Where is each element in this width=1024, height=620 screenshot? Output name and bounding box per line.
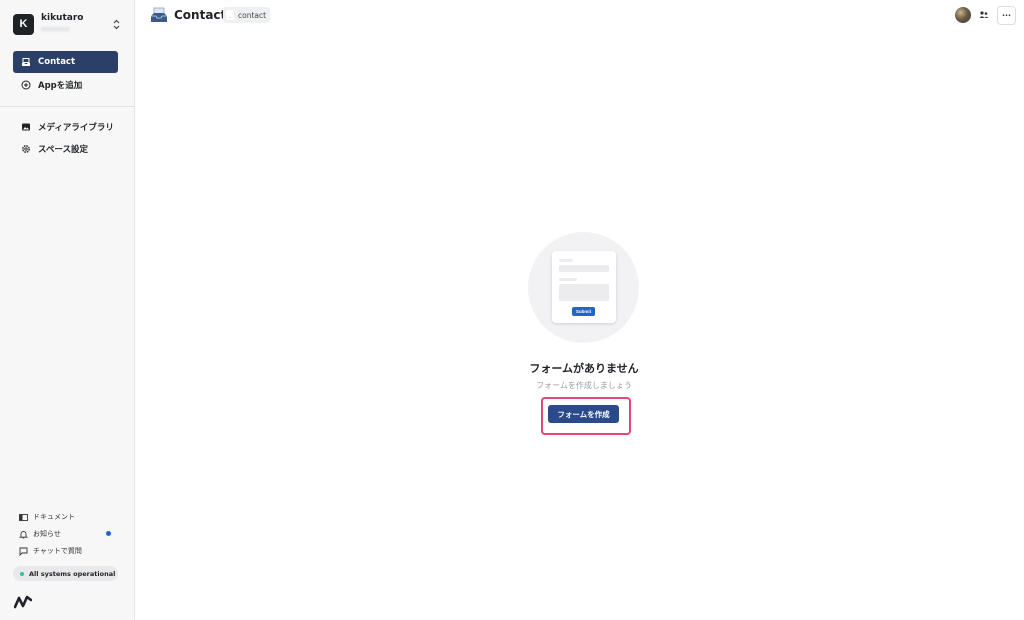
plus-circle-icon [21,80,31,90]
system-status-text: All systems operational [29,569,116,578]
image-icon [21,122,31,132]
illus-label-bar [559,259,573,262]
chat-icon [19,547,28,556]
space-switcher[interactable]: K kikutaro xxxxxxxx [13,12,121,36]
chevron-updown-icon [111,17,121,31]
footer-link-notifications[interactable]: お知らせ [19,529,61,539]
footer-link-docs[interactable]: ドキュメント [19,512,75,522]
sidebar: K kikutaro xxxxxxxx Contact Appを追加 メディアラ… [0,0,135,620]
more-options-button[interactable]: ··· [997,6,1016,25]
sidebar-item-label: Appを追加 [38,81,83,91]
endpoint-badge[interactable]: . contact [223,7,271,23]
footer-link-label: ドキュメント [33,513,75,521]
footer-link-chat[interactable]: チャットで質問 [19,546,82,556]
space-avatar: K [13,13,34,35]
illus-submit-button: Submit [572,307,595,316]
footer-link-label: お知らせ [33,530,61,538]
endpoint-text: contact [238,10,267,20]
inbox-icon [21,57,31,67]
illus-input-bar [559,265,609,272]
space-name: kikutaro [41,13,84,24]
sidebar-item-label: Contact [38,57,76,67]
space-subtitle: xxxxxxxx [41,26,70,34]
space-info: kikutaro xxxxxxxx [41,13,111,34]
page-title: Contact [174,8,227,22]
sidebar-divider [0,106,135,107]
bell-icon [19,530,28,539]
sidebar-item-space-settings[interactable]: スペース設定 [13,138,118,160]
members-icon[interactable] [978,9,990,21]
book-icon [19,513,28,522]
inbox-icon [150,7,168,23]
empty-state-title: フォームがありません [529,362,639,375]
sidebar-item-add-app[interactable]: Appを追加 [13,74,118,96]
status-dot [20,571,24,576]
sidebar-item-label: スペース設定 [38,145,88,155]
form-illustration: Submit [552,251,616,323]
sidebar-item-contact[interactable]: Contact [13,51,118,73]
empty-state-subtitle: フォームを作成しましょう [536,381,632,390]
sidebar-item-media-library[interactable]: メディアライブラリ [13,116,118,138]
illus-textarea-bar [559,284,609,301]
more-horizontal-icon: ··· [1001,11,1012,20]
endpoint-chip-icon: . [226,10,234,20]
illus-label-bar [559,278,577,281]
system-status-badge[interactable]: All systems operational [13,566,118,581]
notification-dot [106,531,111,536]
gear-icon [21,144,31,154]
footer-link-label: チャットで質問 [33,547,82,555]
create-form-button[interactable]: フォームを作成 [548,405,619,423]
sidebar-item-label: メディアライブラリ [38,123,114,133]
user-avatar[interactable] [955,7,971,23]
brand-logo-icon [13,595,33,609]
